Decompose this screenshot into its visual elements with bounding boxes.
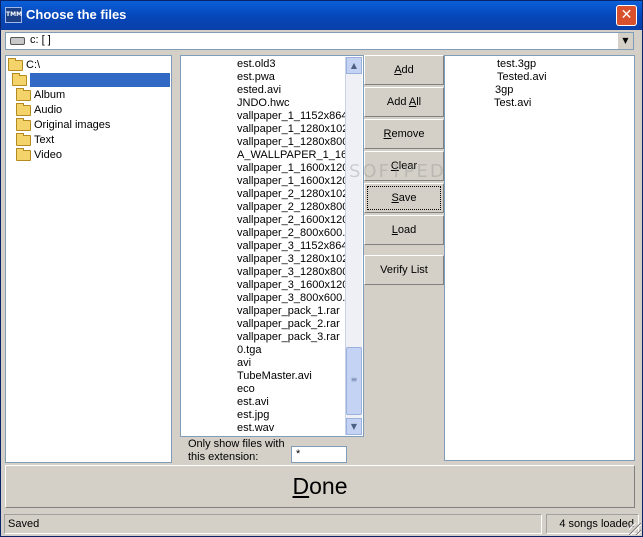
add-all-label: ll: [416, 96, 422, 108]
tree-item-label: Video: [34, 149, 62, 161]
tree-item[interactable]: Album: [16, 87, 66, 103]
file-list-item[interactable]: eco: [237, 383, 255, 396]
file-list-item[interactable]: vallpaper_1_1600x120: [237, 162, 348, 175]
tree-item[interactable]: [12, 72, 170, 88]
status-message: Saved: [4, 514, 542, 534]
folder-icon: [8, 57, 23, 71]
done-mnemonic: D: [292, 473, 310, 499]
file-list-item[interactable]: vallpaper_1_1280x102: [237, 123, 348, 136]
selected-files-list[interactable]: test.3gp Tested.avi 3gp Test.avi: [444, 55, 635, 461]
file-list-item[interactable]: vallpaper_1_1152x864: [237, 110, 348, 123]
resize-grip[interactable]: [629, 523, 641, 535]
save-button[interactable]: Save: [364, 183, 444, 213]
status-song-count: 4 songs loaded: [546, 514, 639, 534]
file-list-item[interactable]: vallpaper_2_800x600.jp: [237, 227, 354, 240]
verify-list-button[interactable]: Verify List: [364, 255, 444, 285]
file-list-item[interactable]: JNDO.hwc: [237, 97, 290, 110]
app-icon: TMM: [5, 7, 22, 23]
file-list-item[interactable]: vallpaper_2_1280x102: [237, 188, 348, 201]
tree-item-label: Audio: [34, 104, 63, 116]
window-title: Choose the files: [26, 7, 127, 22]
file-list-item[interactable]: ested.avi: [237, 84, 281, 97]
extension-filter-input[interactable]: *: [291, 446, 347, 463]
tree-item-label: Text: [34, 134, 55, 146]
tree-item-label: Album: [34, 89, 66, 101]
done-button[interactable]: Done: [5, 465, 635, 508]
tree-item[interactable]: Original images: [16, 117, 111, 133]
folder-icon: [12, 72, 27, 86]
file-list-item[interactable]: vallpaper_pack_1.rar: [237, 305, 340, 318]
chevron-down-icon[interactable]: ▼: [617, 33, 633, 49]
load-label: oad: [397, 224, 417, 236]
extension-filter-label: Only show files with this extension:: [188, 438, 285, 463]
folder-icon: [16, 147, 31, 161]
file-list-item[interactable]: vallpaper_3_1280x102: [237, 253, 348, 266]
scroll-down-button[interactable]: ▼: [346, 418, 362, 435]
tree-item-label: [30, 73, 170, 88]
file-list-item[interactable]: vallpaper_1_1600x120: [237, 175, 348, 188]
add-button-label: dd: [401, 64, 414, 76]
file-list-scrollbar[interactable]: ▲ ≡ ▼: [345, 57, 362, 435]
file-list-item[interactable]: TubeMaster.avi: [237, 370, 312, 383]
file-list-item[interactable]: vallpaper_3_1600x120: [237, 279, 348, 292]
close-button[interactable]: ✕: [616, 5, 637, 26]
save-label: ave: [398, 192, 417, 204]
file-list-item[interactable]: vallpaper_pack_2.rar: [237, 318, 340, 331]
save-mnemonic: S: [391, 192, 399, 204]
file-list-item[interactable]: est.pwa: [237, 71, 275, 84]
remove-label: emove: [391, 128, 425, 140]
add-button[interactable]: Add: [364, 55, 444, 85]
add-button-mnemonic: A: [394, 64, 402, 76]
tree-item[interactable]: Video: [16, 147, 62, 163]
file-list-item[interactable]: vallpaper_2_1280x800: [237, 201, 348, 214]
remove-button[interactable]: Remove: [364, 119, 444, 149]
folder-tree[interactable]: C:\ Album Audio Original images Text Video: [5, 55, 172, 463]
status-bar: Saved 4 songs loaded: [1, 512, 642, 536]
selected-file-item[interactable]: Test.avi: [494, 97, 531, 110]
selected-file-item[interactable]: Tested.avi: [497, 71, 547, 84]
file-list-item[interactable]: vallpaper_3_800x600.jp: [237, 292, 354, 305]
folder-icon: [16, 117, 31, 131]
drive-select-value: c: [ ]: [30, 34, 51, 46]
load-button[interactable]: Load: [364, 215, 444, 245]
tree-item[interactable]: C:\: [8, 57, 41, 73]
choose-files-window: TMM Choose the files ✕ c: [ ] ▼ C:\ Album…: [0, 0, 643, 537]
file-list-item[interactable]: A_WALLPAPER_1_16: [237, 149, 347, 162]
file-list-item[interactable]: vallpaper_3_1280x800: [237, 266, 348, 279]
file-list-item[interactable]: avi: [237, 357, 251, 370]
drive-icon: [10, 37, 25, 45]
scroll-up-button[interactable]: ▲: [346, 57, 362, 74]
file-list-item[interactable]: est.old3: [237, 58, 276, 71]
file-list-item[interactable]: vallpaper_1_1280x800: [237, 136, 348, 149]
file-list[interactable]: est.wav est.jpg est.avi eco TubeMaster.avi av…: [180, 55, 364, 437]
tree-item[interactable]: Audio: [16, 102, 63, 118]
folder-icon: [16, 87, 31, 101]
tree-item[interactable]: Text: [16, 132, 55, 148]
scroll-thumb[interactable]: ≡: [346, 347, 362, 415]
file-list-item[interactable]: est.jpg: [237, 409, 269, 422]
add-all-prefix: Add: [386, 96, 409, 108]
add-all-button[interactable]: Add All: [364, 87, 444, 117]
drive-select[interactable]: c: [ ] ▼: [5, 32, 634, 50]
done-label: one: [309, 473, 348, 499]
folder-icon: [16, 102, 31, 116]
file-list-item[interactable]: est.wav: [237, 422, 274, 435]
file-list-item[interactable]: vallpaper_pack_3.rar: [237, 331, 340, 344]
file-list-item[interactable]: est.avi: [237, 396, 269, 409]
tree-item-label: Original images: [34, 119, 111, 131]
folder-icon: [16, 132, 31, 146]
file-list-item[interactable]: vallpaper_3_1152x864: [237, 240, 348, 253]
selected-file-item[interactable]: 3gp: [495, 84, 513, 97]
tree-item-label: C:\: [26, 59, 41, 71]
file-list-item[interactable]: 0.tga: [237, 344, 261, 357]
selected-file-item[interactable]: test.3gp: [497, 58, 536, 71]
file-list-item[interactable]: vallpaper_2_1600x120: [237, 214, 348, 227]
title-bar[interactable]: TMM Choose the files ✕: [1, 1, 642, 30]
